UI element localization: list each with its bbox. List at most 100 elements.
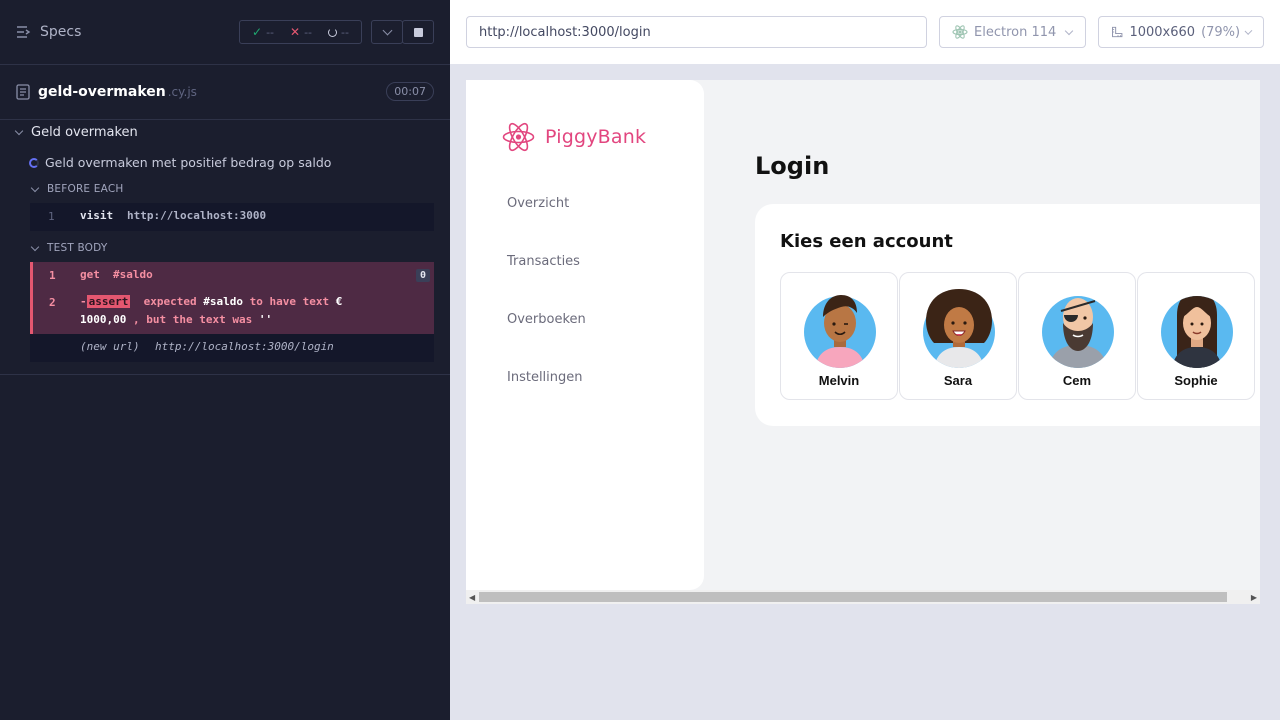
chevron-down-icon — [1065, 26, 1074, 35]
piggybank-app: PiggyBank Overzicht Transacties Overboek… — [466, 80, 1260, 590]
assert-message-line2: 1000,00 , but the text was '' — [80, 313, 272, 326]
before-each-label: BEFORE EACH — [47, 183, 124, 195]
divider — [0, 374, 450, 375]
horizontal-scrollbar[interactable]: ◀ ▶ — [466, 590, 1260, 604]
account-picker-card: Kies een account Melvin Sara Cem Sophie — [755, 204, 1260, 426]
failed-commands: 1 get #saldo 0 2 - assert expected #saldo… — [30, 262, 434, 334]
assert-to-have-text: to have text — [249, 295, 330, 308]
suite-title[interactable]: Geld overmaken — [14, 125, 138, 140]
account-sara[interactable]: Sara — [899, 272, 1017, 400]
assert-expected: expected — [143, 295, 197, 308]
cypress-reporter: Specs ✓ -- ✕ -- -- geld-overmaken .cy.js… — [0, 0, 450, 720]
app-under-test-panel: http://localhost:3000/login Electron 114… — [450, 0, 1280, 720]
assert-tag: assert — [86, 295, 131, 308]
passed-stat: ✓ -- — [252, 25, 274, 39]
test-title-label: Geld overmaken met positief bedrag op sa… — [45, 155, 332, 170]
brand-name: PiggyBank — [545, 126, 647, 148]
pending-count: -- — [341, 25, 349, 39]
assert-message-line1: - assert expected #saldo to have text € — [80, 295, 342, 308]
assert-selector: #saldo — [203, 295, 243, 308]
assert-currency: € — [335, 295, 343, 308]
command-visit[interactable]: 1 visit http://localhost:3000 — [30, 203, 434, 231]
assert-amount: 1000,00 — [80, 313, 127, 326]
command-new-url[interactable]: (new url) http://localhost:3000/login — [30, 334, 434, 362]
card-title: Kies een account — [780, 231, 953, 252]
command-number: 1 — [49, 269, 56, 282]
chevron-down-icon — [382, 25, 392, 36]
test-body-hook[interactable]: TEST BODY — [30, 242, 107, 254]
stop-button[interactable] — [402, 20, 434, 44]
avatar-sara — [923, 289, 995, 368]
account-cem[interactable]: Cem — [1018, 272, 1136, 400]
chevron-down-icon — [1244, 26, 1253, 35]
command-arg: #saldo — [113, 268, 153, 281]
command-get[interactable]: 1 get #saldo 0 — [33, 262, 434, 290]
reporter-header: Specs ✓ -- ✕ -- -- — [0, 0, 450, 65]
spec-file-ext: .cy.js — [167, 85, 197, 99]
side-navigation: PiggyBank Overzicht Transacties Overboek… — [466, 80, 704, 590]
avatar-cem — [1042, 296, 1114, 368]
test-body-label: TEST BODY — [47, 242, 108, 254]
new-url-value: http://localhost:3000/login — [155, 340, 334, 353]
command-number: 1 — [48, 210, 55, 223]
ruler-icon — [1112, 26, 1123, 38]
element-count-badge: 0 — [415, 269, 430, 282]
assert-prefix: - — [80, 295, 87, 308]
chevron-down-icon — [30, 242, 40, 251]
failed-count: -- — [304, 25, 313, 39]
spec-file-header: geld-overmaken .cy.js 00:07 — [0, 65, 450, 120]
viewport-info[interactable]: 1000x660 (79%) — [1098, 16, 1264, 48]
nav-item-transacties[interactable]: Transacties — [507, 254, 580, 269]
nav-item-instellingen[interactable]: Instellingen — [507, 370, 583, 385]
test-stats: ✓ -- ✕ -- -- — [239, 20, 362, 44]
aut-url-field[interactable]: http://localhost:3000/login — [466, 16, 927, 48]
check-icon: ✓ — [252, 25, 263, 39]
chevron-down-icon — [14, 126, 24, 136]
command-number: 2 — [49, 296, 56, 309]
auto-scroll-button[interactable] — [371, 20, 403, 44]
piggybank-logo[interactable]: PiggyBank — [502, 122, 646, 152]
passed-count: -- — [266, 25, 275, 39]
command-name: get — [80, 268, 100, 281]
document-icon — [16, 84, 30, 100]
account-name: Sophie — [1174, 373, 1218, 388]
specs-toggle[interactable]: Specs — [16, 24, 81, 40]
command-name: visit — [80, 209, 114, 222]
stop-icon — [413, 27, 423, 37]
nav-item-overboeken[interactable]: Overboeken — [507, 312, 586, 327]
account-melvin[interactable]: Melvin — [780, 272, 898, 400]
browser-name: Electron 114 — [974, 24, 1057, 40]
chevron-down-icon — [30, 183, 40, 192]
spec-file-name: geld-overmaken — [38, 84, 166, 100]
electron-icon — [952, 25, 968, 39]
avatar-sophie — [1161, 296, 1233, 368]
running-spinner-icon — [29, 157, 39, 168]
command-assert[interactable]: 2 - assert expected #saldo to have text €… — [33, 292, 434, 332]
assert-actual: '' — [258, 313, 273, 326]
browser-selector[interactable]: Electron 114 — [939, 16, 1086, 48]
failed-stat: ✕ -- — [290, 25, 312, 39]
scroll-left-icon[interactable]: ◀ — [469, 593, 475, 602]
page-title: Login — [755, 152, 830, 180]
aut-toolbar: http://localhost:3000/login Electron 114… — [450, 0, 1280, 64]
scrollbar-thumb[interactable] — [479, 592, 1227, 602]
before-each-hook[interactable]: BEFORE EACH — [30, 183, 123, 195]
suite-label: Geld overmaken — [31, 125, 138, 140]
assert-but-text: , but the text was — [132, 313, 253, 326]
viewport-zoom: (79%) — [1201, 24, 1241, 40]
scroll-right-icon[interactable]: ▶ — [1251, 593, 1257, 602]
account-sophie[interactable]: Sophie — [1137, 272, 1255, 400]
x-icon: ✕ — [290, 25, 301, 39]
account-name: Sara — [943, 373, 973, 388]
account-name: Cem — [1062, 373, 1092, 388]
test-title[interactable]: Geld overmaken met positief bedrag op sa… — [29, 155, 331, 170]
new-url-label: (new url) — [80, 340, 140, 353]
circle-loading-icon — [328, 27, 338, 37]
avatar-melvin — [804, 295, 876, 368]
command-arg: http://localhost:3000 — [127, 209, 267, 222]
viewport-size: 1000x660 — [1129, 24, 1196, 40]
account-name: Melvin — [818, 373, 860, 388]
list-arrow-icon — [17, 26, 31, 38]
nav-item-overzicht[interactable]: Overzicht — [507, 196, 569, 211]
atom-icon — [502, 122, 535, 152]
